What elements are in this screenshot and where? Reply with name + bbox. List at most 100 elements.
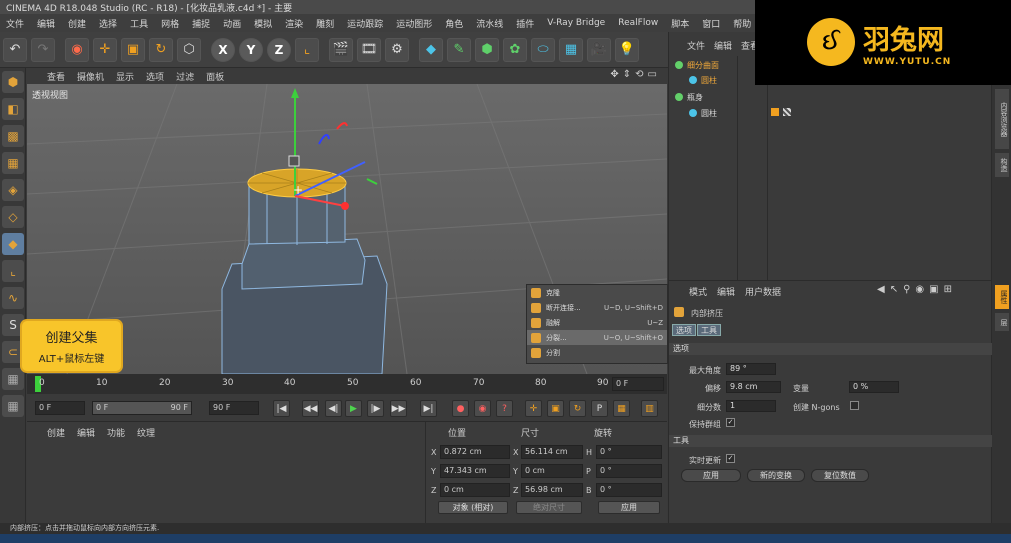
menu-vray-bridge[interactable]: V-Ray Bridge [547, 18, 605, 28]
attr-menu-user-data[interactable]: 用户数据 [745, 285, 781, 298]
tab-content-browser[interactable]: 内容浏览器 [995, 89, 1009, 149]
live-selection-icon[interactable]: ◉ [65, 37, 89, 62]
axis-mode-icon[interactable]: ⌞ [2, 260, 24, 282]
floor-icon[interactable]: ▦ [559, 37, 583, 62]
point-level-icon[interactable]: ▦ [613, 400, 630, 417]
keep-groups-checkbox[interactable]: ✓ [726, 418, 735, 427]
solo-icon[interactable]: S [2, 314, 24, 336]
rotation-h-field[interactable]: 0 ° [596, 445, 662, 459]
object-row[interactable]: 细分曲面 [675, 58, 719, 72]
y-axis-lock-icon[interactable]: Y [239, 37, 263, 62]
menu-animate[interactable]: 动画 [223, 17, 241, 30]
subdivision-surface-icon[interactable]: ⬢ [475, 37, 499, 62]
menu-script[interactable]: 脚本 [671, 17, 689, 30]
menu-mograph[interactable]: 运动图形 [396, 17, 432, 30]
position-z-field[interactable]: 0 cm [440, 483, 510, 497]
position-y-field[interactable]: 47.343 cm [440, 464, 510, 478]
light-icon[interactable]: 💡 [615, 37, 639, 62]
menu-create[interactable]: 创建 [68, 17, 86, 30]
context-menu-item[interactable]: 分割 [527, 345, 667, 360]
attr-nav-icons[interactable]: ◀↖⚲◉▣⊞ [877, 284, 957, 295]
rotation-p-field[interactable]: 0 ° [596, 464, 662, 478]
menu-snap[interactable]: 捕捉 [192, 17, 210, 30]
edges-mode-icon[interactable]: ◇ [2, 206, 24, 228]
object-row[interactable]: 圆柱 [689, 106, 717, 120]
go-to-end-icon[interactable]: ▶| [420, 400, 437, 417]
range-slider[interactable]: 0 F 90 F [92, 401, 192, 415]
grid-icon[interactable]: ▦ [2, 395, 24, 417]
size-y-field[interactable]: 0 cm [521, 464, 583, 478]
workplane-icon[interactable]: ▦ [2, 152, 24, 174]
menu-select[interactable]: 选择 [99, 17, 117, 30]
context-menu-item[interactable]: 断开连接... U~D, U~Shift+D [527, 300, 667, 315]
lock-workplane-icon[interactable]: ▦ [2, 368, 24, 390]
next-key-icon[interactable]: ▶▶ [390, 400, 407, 417]
timeline-ruler[interactable]: 0 10 20 30 40 50 60 70 80 90 0 F [27, 374, 667, 394]
apply-button[interactable]: 应用 [681, 469, 741, 482]
go-to-start-icon[interactable]: |◀ [273, 400, 290, 417]
recent-tools-icon[interactable]: ⬡ [177, 37, 201, 62]
tab-options[interactable]: 选项 [672, 324, 696, 336]
coord-mode-select[interactable]: 对象 (相对) [438, 501, 508, 514]
menu-file[interactable]: 文件 [6, 17, 24, 30]
context-menu-item-highlighted[interactable]: 分裂... U~O, U~Shift+O [527, 330, 667, 345]
position-key-icon[interactable]: ✛ [525, 400, 542, 417]
phong-tag-icon[interactable] [771, 108, 779, 116]
parameter-key-icon[interactable]: P [591, 400, 608, 417]
material-menu-function[interactable]: 功能 [107, 426, 125, 439]
attr-menu-mode[interactable]: 模式 [689, 285, 707, 298]
scale-key-icon[interactable]: ▣ [547, 400, 564, 417]
menu-simulate[interactable]: 模拟 [254, 17, 272, 30]
keyframe-selection-icon[interactable]: ? [496, 400, 513, 417]
menu-edit[interactable]: 编辑 [37, 17, 55, 30]
material-menu-edit[interactable]: 编辑 [77, 426, 95, 439]
new-transform-button[interactable]: 新的变换 [747, 469, 805, 482]
end-frame-field[interactable]: 90 F [209, 401, 259, 415]
record-keys-icon[interactable]: ● [452, 400, 469, 417]
cube-primitive-icon[interactable]: ◆ [419, 37, 443, 62]
polygons-mode-icon[interactable]: ◆ [2, 233, 24, 255]
menu-realflow[interactable]: RealFlow [618, 18, 658, 28]
size-x-field[interactable]: 56.114 cm [521, 445, 583, 459]
tab-tool[interactable]: 工具 [697, 324, 721, 336]
play-icon[interactable]: ▶ [345, 400, 362, 417]
texture-mode-icon[interactable]: ▩ [2, 125, 24, 147]
create-ngons-checkbox[interactable] [850, 401, 859, 410]
deformer-icon[interactable]: ⬭ [531, 37, 555, 62]
menu-sculpt[interactable]: 雕刻 [316, 17, 334, 30]
coord-apply-button[interactable]: 应用 [598, 501, 660, 514]
position-x-field[interactable]: 0.872 cm [440, 445, 510, 459]
menu-render[interactable]: 渲染 [285, 17, 303, 30]
viewport-menu-options[interactable]: 选项 [146, 70, 164, 83]
make-editable-icon[interactable]: ⬢ [2, 71, 24, 93]
menu-window[interactable]: 窗口 [702, 17, 720, 30]
object-menu-file[interactable]: 文件 [687, 39, 705, 52]
viewport-menu-panel[interactable]: 面板 [206, 70, 224, 83]
x-axis-lock-icon[interactable]: X [211, 37, 235, 62]
next-frame-icon[interactable]: |▶ [367, 400, 384, 417]
reset-values-button[interactable]: 复位数值 [811, 469, 869, 482]
object-row[interactable]: 圆柱 [689, 73, 717, 87]
rotation-key-icon[interactable]: ↻ [569, 400, 586, 417]
model-mode-icon[interactable]: ◧ [2, 98, 24, 120]
start-frame-field[interactable]: 0 F [35, 401, 85, 415]
coordinate-system-icon[interactable]: ⌞ [295, 37, 319, 62]
render-picture-viewer-icon[interactable]: 🎞 [357, 37, 381, 62]
subdivision-field[interactable]: 1 [726, 400, 776, 412]
scale-icon[interactable]: ▣ [121, 37, 145, 62]
tab-attributes[interactable]: 属性 [995, 285, 1009, 309]
previous-frame-icon[interactable]: ◀| [325, 400, 342, 417]
context-menu-item[interactable]: 克隆 [527, 285, 667, 300]
size-z-field[interactable]: 56.98 cm [521, 483, 583, 497]
render-settings-icon[interactable]: ⚙ [385, 37, 409, 62]
cloner-icon[interactable]: ✿ [503, 37, 527, 62]
redo-icon[interactable]: ↷ [31, 37, 55, 62]
context-menu-item[interactable]: 融解 U~Z [527, 315, 667, 330]
menu-motion-tracking[interactable]: 运动跟踪 [347, 17, 383, 30]
object-row[interactable]: 瓶身 [675, 90, 703, 104]
tweak-mode-icon[interactable]: ∿ [2, 287, 24, 309]
points-mode-icon[interactable]: ◈ [2, 179, 24, 201]
render-view-icon[interactable]: 🎬 [329, 37, 353, 62]
menu-mesh[interactable]: 网格 [161, 17, 179, 30]
menu-character[interactable]: 角色 [445, 17, 463, 30]
